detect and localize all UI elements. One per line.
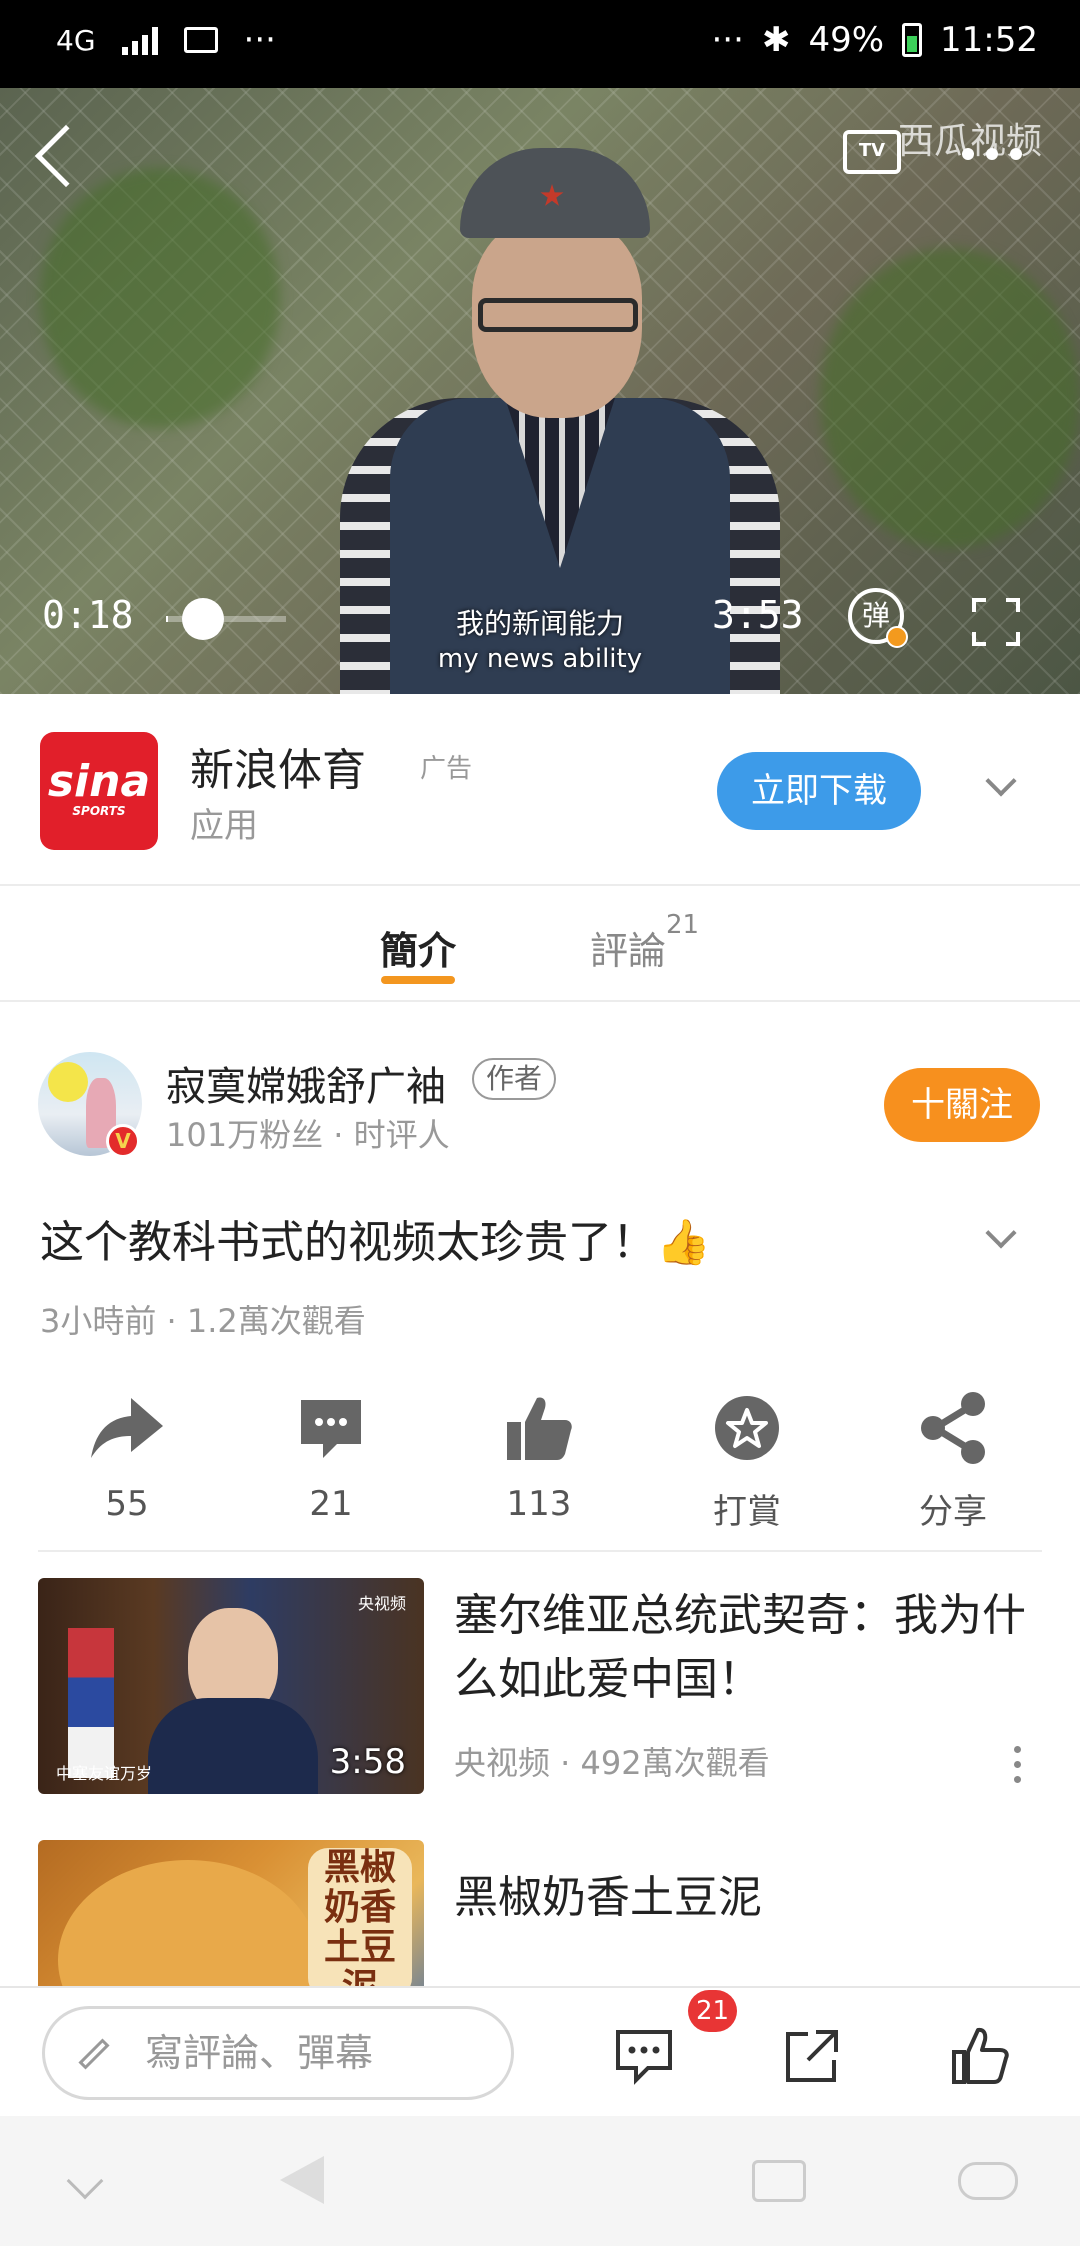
comment-list-icon[interactable] — [614, 2026, 674, 2086]
forward-arrow-icon — [87, 1390, 167, 1466]
video-foliage — [820, 248, 1080, 548]
star-coin-icon — [707, 1390, 787, 1466]
network-indicator: 4G — [56, 23, 96, 57]
share-nodes-icon — [913, 1390, 993, 1466]
nav-recents-icon[interactable] — [752, 2160, 806, 2202]
pencil-icon — [78, 2038, 110, 2070]
author-name[interactable]: 寂寞嫦娥舒广袖 — [166, 1054, 446, 1112]
video-title: 这个教科书式的视频太珍贵了！👍 — [40, 1217, 711, 1268]
subtitle-en: my news ability — [437, 644, 643, 674]
video-foliage — [40, 168, 280, 428]
danmu-status-dot — [886, 626, 908, 648]
subtitle-cn: 我的新闻能力 — [455, 607, 624, 640]
comment-bubble-icon — [291, 1390, 371, 1466]
status-bar: 4G ··· ··· ✱ 49% 11:52 — [0, 0, 1080, 88]
repost-button[interactable]: 55 — [52, 1390, 202, 1524]
battery-icon — [902, 23, 923, 57]
list-item[interactable]: 中塞友谊万岁 央视频 3:58 塞尔维亚总统武契奇：我为什么如此爱中国！ 央视频… — [0, 1578, 1080, 1794]
download-button[interactable]: 立即下载 — [717, 752, 921, 830]
video-thumbnail[interactable]: 中塞友谊万岁 央视频 3:58 — [38, 1578, 424, 1794]
tab-bar: 簡介 評論 21 — [0, 886, 1080, 1002]
tab-comments[interactable]: 評論 — [590, 920, 666, 975]
tab-comment-count: 21 — [666, 910, 700, 940]
reward-button[interactable]: 打賞 — [672, 1390, 822, 1533]
status-more-right: ··· — [711, 20, 744, 60]
thumbnail-logo: 央视频 — [357, 1594, 406, 1613]
image-icon — [183, 27, 218, 53]
fullscreen-icon[interactable] — [972, 598, 1020, 646]
more-options-icon[interactable] — [962, 148, 1022, 160]
comment-count-badge: 21 — [688, 1990, 738, 2032]
more-vertical-icon[interactable] — [1014, 1746, 1021, 1783]
comment-input[interactable]: 寫評論、彈幕 — [42, 2006, 514, 2100]
thumbs-up-outline-icon[interactable] — [950, 2026, 1010, 2086]
divider — [38, 1550, 1042, 1552]
bottom-bar: 寫評論、彈幕 21 — [0, 1986, 1080, 2116]
expand-description-icon[interactable] — [985, 1217, 1017, 1249]
bluetooth-icon: ✱ — [761, 20, 791, 60]
like-button[interactable]: 113 — [464, 1390, 614, 1524]
related-title[interactable]: 黑椒奶香土豆泥 — [454, 1866, 1044, 1930]
thumbs-up-icon — [499, 1390, 579, 1466]
related-meta: 央视频 · 492萬次觀看 — [454, 1744, 770, 1782]
clock: 11:52 — [940, 20, 1038, 60]
related-title[interactable]: 塞尔维亚总统武契奇：我为什么如此爱中国！ — [454, 1584, 1044, 1712]
share-out-icon[interactable] — [782, 2026, 842, 2086]
system-nav-bar — [0, 2116, 1080, 2246]
nav-hide-icon[interactable] — [66, 2162, 104, 2200]
nav-back-icon[interactable] — [280, 2156, 324, 2204]
thumbnail-caption: 中塞友谊万岁 — [56, 1764, 153, 1783]
author-badge: 作者 — [472, 1058, 557, 1100]
share-button[interactable]: 分享 — [878, 1390, 1028, 1533]
comment-button[interactable]: 21 — [256, 1390, 406, 1524]
video-player[interactable]: 西瓜视频 TV 0:18 我的新闻能力 my news ability 3:53… — [0, 88, 1080, 694]
tab-active-indicator — [381, 976, 455, 984]
chevron-down-icon[interactable] — [985, 765, 1017, 797]
video-meta: 3小時前 · 1.2萬次觀看 — [40, 1302, 366, 1340]
follow-button[interactable]: 十關注 — [884, 1068, 1040, 1142]
tv-cast-icon[interactable]: TV — [843, 130, 901, 174]
action-row: 55 21 113 打賞 分享 — [0, 1390, 1080, 1550]
ad-title: 新浪体育 — [190, 745, 366, 796]
signal-icon — [121, 25, 158, 55]
flag — [68, 1628, 114, 1778]
sina-sports-logo: sina SPORTS — [40, 732, 158, 850]
nav-game-icon[interactable] — [958, 2162, 1018, 2200]
status-more: ··· — [243, 20, 276, 60]
verified-badge-icon: V — [106, 1124, 140, 1158]
author-row: V 寂寞嫦娥舒广袖 作者 101万粉丝 · 时评人 十關注 — [0, 1002, 1080, 1182]
tab-intro[interactable]: 簡介 — [380, 920, 456, 975]
ad-banner[interactable]: sina SPORTS 新浪体育 广告 应用 立即下载 — [0, 694, 1080, 886]
video-duration: 3:58 — [329, 1742, 406, 1782]
duration: 3:53 — [712, 593, 804, 637]
battery-percent: 49% — [808, 20, 885, 60]
author-meta: 101万粉丝 · 时评人 — [166, 1116, 450, 1154]
ad-tag: 广告 — [420, 754, 473, 784]
ad-subtitle: 应用 — [190, 806, 258, 846]
thumbnail-caption: 黑椒奶香土豆泥 — [308, 1848, 412, 1998]
